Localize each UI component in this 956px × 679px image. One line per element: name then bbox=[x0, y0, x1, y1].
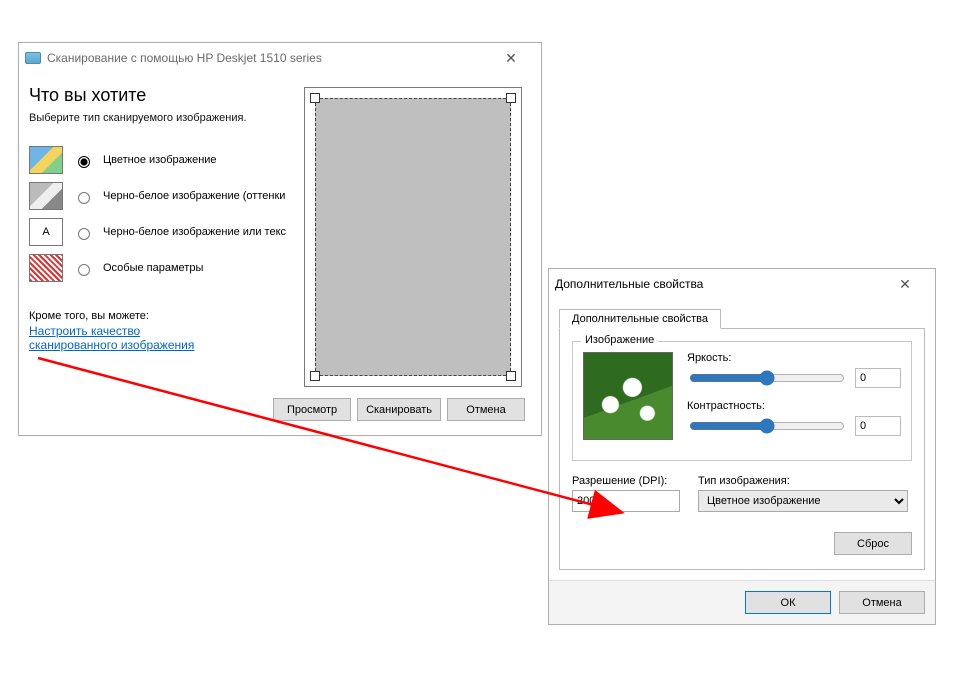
dlg2-titlebar[interactable]: Дополнительные свойства ✕ bbox=[549, 269, 935, 299]
grayscale-image-icon bbox=[29, 182, 63, 210]
option-bw[interactable]: Черно-белое изображение или текс bbox=[29, 214, 299, 250]
resize-handle-tl[interactable] bbox=[310, 93, 320, 103]
reset-button[interactable]: Сброс bbox=[834, 532, 912, 555]
option-label: Цветное изображение bbox=[103, 154, 217, 166]
resize-handle-br[interactable] bbox=[506, 371, 516, 381]
contrast-slider[interactable] bbox=[689, 416, 845, 436]
preview-button[interactable]: Просмотр bbox=[273, 398, 351, 421]
advanced-properties-dialog: Дополнительные свойства ✕ Дополнительные… bbox=[548, 268, 936, 625]
radio-bw[interactable] bbox=[78, 228, 90, 240]
option-label: Черно-белое изображение (оттенки bbox=[103, 190, 285, 202]
dlg1-titlebar[interactable]: Сканирование с помощью HP Deskjet 1510 s… bbox=[19, 43, 541, 73]
sample-image-icon bbox=[583, 352, 673, 440]
close-icon[interactable]: ✕ bbox=[489, 44, 533, 72]
scan-button[interactable]: Сканировать bbox=[357, 398, 441, 421]
brightness-slider[interactable] bbox=[689, 368, 845, 388]
contrast-label: Контрастность: bbox=[687, 400, 901, 412]
resolution-label: Разрешение (DPI): bbox=[572, 475, 680, 487]
scanner-icon bbox=[25, 52, 41, 64]
contrast-value[interactable] bbox=[855, 416, 901, 436]
selection-rectangle[interactable] bbox=[315, 98, 511, 376]
option-color[interactable]: Цветное изображение bbox=[29, 142, 299, 178]
dlg2-title: Дополнительные свойства bbox=[555, 277, 703, 291]
resize-handle-bl[interactable] bbox=[310, 371, 320, 381]
option-custom[interactable]: Особые параметры bbox=[29, 250, 299, 286]
tab-advanced-properties[interactable]: Дополнительные свойства bbox=[559, 309, 721, 329]
option-label: Черно-белое изображение или текс bbox=[103, 226, 286, 238]
color-image-icon bbox=[29, 146, 63, 174]
adjust-quality-link[interactable]: Настроить качество сканированного изобра… bbox=[29, 324, 229, 352]
scan-preview-area[interactable] bbox=[304, 87, 522, 387]
ok-button[interactable]: ОК bbox=[745, 591, 831, 614]
radio-grayscale[interactable] bbox=[78, 192, 90, 204]
image-type-label: Тип изображения: bbox=[698, 475, 912, 487]
bw-text-icon bbox=[29, 218, 63, 246]
group-title: Изображение bbox=[581, 334, 658, 346]
cancel-button[interactable]: Отмена bbox=[447, 398, 525, 421]
page-subheading: Выберите тип сканируемого изображения. bbox=[29, 112, 299, 124]
also-label: Кроме того, вы можете: bbox=[29, 310, 299, 322]
option-label: Особые параметры bbox=[103, 262, 203, 274]
resize-handle-tr[interactable] bbox=[506, 93, 516, 103]
radio-custom[interactable] bbox=[78, 264, 90, 276]
option-grayscale[interactable]: Черно-белое изображение (оттенки bbox=[29, 178, 299, 214]
page-heading: Что вы хотите bbox=[29, 85, 299, 106]
brightness-value[interactable] bbox=[855, 368, 901, 388]
brightness-label: Яркость: bbox=[687, 352, 901, 364]
scan-wizard-dialog: Сканирование с помощью HP Deskjet 1510 s… bbox=[18, 42, 542, 436]
resolution-spinner[interactable] bbox=[572, 490, 680, 512]
radio-color[interactable] bbox=[78, 156, 90, 168]
close-icon[interactable]: ✕ bbox=[883, 270, 927, 298]
image-group: Изображение Яркость: Контрастность: bbox=[572, 341, 912, 461]
custom-settings-icon bbox=[29, 254, 63, 282]
cancel-button[interactable]: Отмена bbox=[839, 591, 925, 614]
dlg1-title: Сканирование с помощью HP Deskjet 1510 s… bbox=[47, 51, 322, 65]
image-type-combo[interactable]: Цветное изображение bbox=[698, 490, 908, 512]
tabstrip: Дополнительные свойства bbox=[559, 305, 925, 329]
